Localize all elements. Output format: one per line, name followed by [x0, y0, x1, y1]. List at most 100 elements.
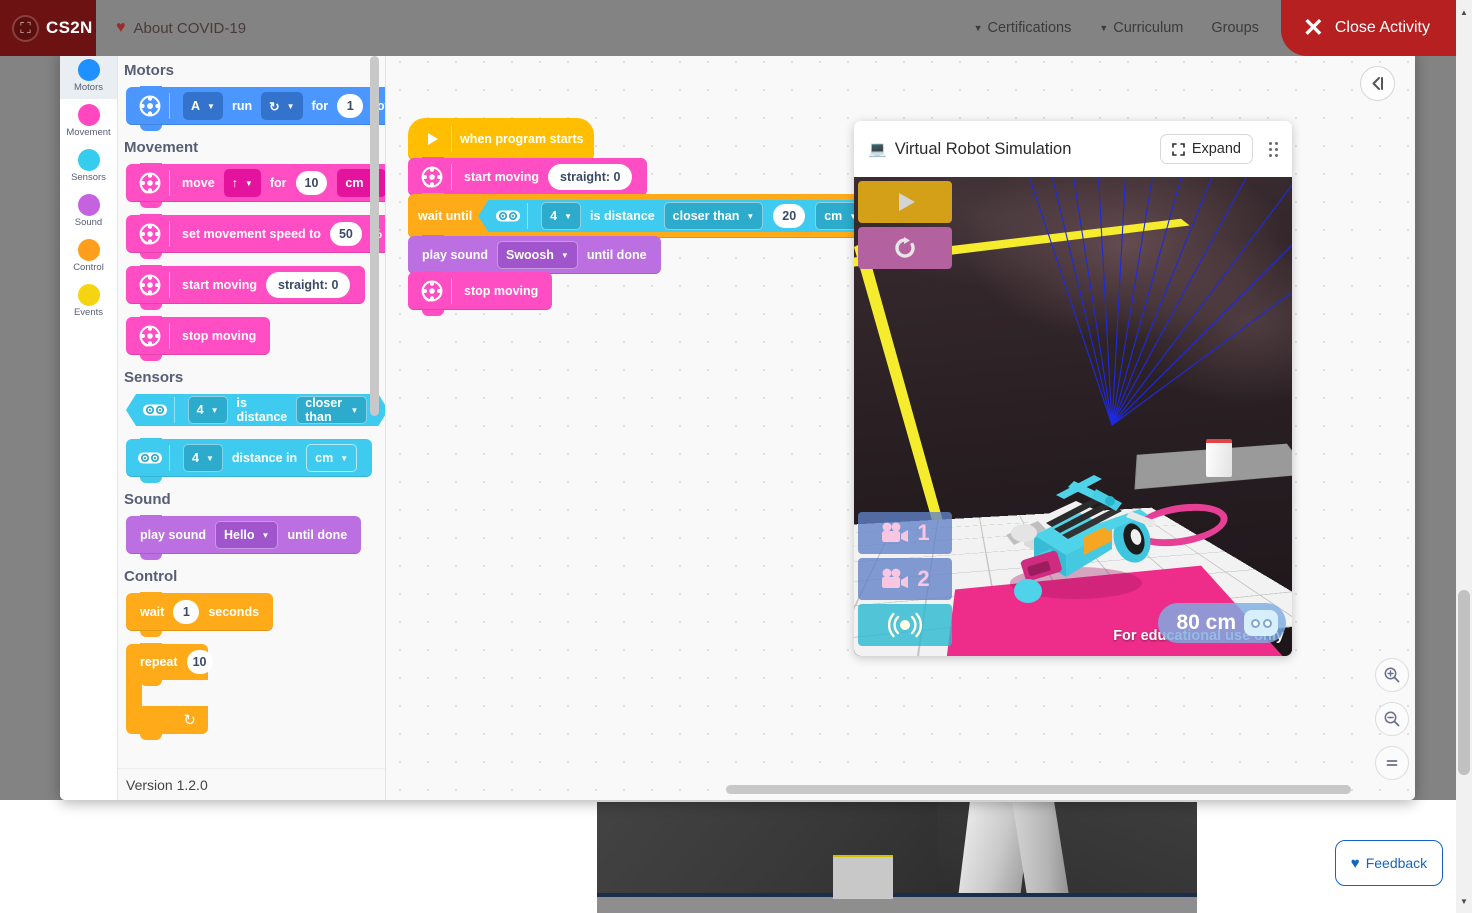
block-dropdown[interactable]: 4 ▼ — [183, 444, 223, 472]
ultrasonic-sensor-icon — [1244, 610, 1278, 636]
nav-item-curriculum[interactable]: ▼ Curriculum — [1085, 0, 1197, 56]
category-movement[interactable]: Movement — [60, 99, 117, 144]
block-dropdown[interactable]: ↑ ▼ — [223, 169, 261, 197]
simulation-viewport[interactable]: 1 2 For 80 cm — [854, 177, 1292, 656]
block-number-field[interactable]: 10 — [295, 171, 328, 195]
category-sound[interactable]: Sound — [60, 189, 117, 234]
block-boolean-distance[interactable]: 4 ▼ is distance closer than ▼ — [126, 394, 386, 426]
palette-block[interactable]: move ↑▼ for 10 cm ▼ — [126, 163, 385, 208]
block-dropdown[interactable]: cm ▼ — [306, 444, 358, 472]
zoom-out-button[interactable] — [1375, 702, 1409, 736]
block-movement[interactable]: move ↑▼ for 10 cm ▼ — [126, 163, 385, 208]
palette-block[interactable]: A▼run↻▼for1rot — [126, 86, 385, 131]
block-dropdown[interactable]: ↻ ▼ — [261, 92, 303, 120]
block-dropdown[interactable]: Hello ▼ — [214, 521, 279, 549]
block-value-field[interactable]: straight: 0 — [266, 272, 351, 298]
block-sound[interactable]: play sound Swoosh ▼ until done — [408, 235, 661, 280]
block-script-stack[interactable]: when program starts start moving straight:… — [408, 118, 915, 316]
palette-block[interactable]: start moving straight: 0 — [126, 265, 385, 310]
block-value-field[interactable]: straight: 0 — [548, 164, 633, 190]
block-boolean-distance[interactable]: 4▼is distancecloser than▼20cm▼? — [478, 200, 905, 232]
camera-view-1-button[interactable]: 1 — [858, 512, 952, 554]
page-scrollbar[interactable]: ▲ ▼ — [1456, 0, 1472, 913]
category-events[interactable]: Events — [60, 279, 117, 324]
block-text: distance in — [231, 451, 298, 465]
feedback-button[interactable]: ♥ Feedback — [1335, 840, 1443, 886]
brand-block[interactable]: ⛶ CS2N — [0, 0, 96, 56]
block-wait-until[interactable]: wait until 4▼ is distance closer than ▼ 20 cm ▼… — [408, 193, 915, 244]
script-block-row[interactable]: when program starts — [408, 118, 915, 166]
nav-item-about-covid[interactable]: ♥ About COVID-19 — [116, 19, 246, 37]
block-text: start moving — [182, 278, 258, 292]
block-dropdown[interactable]: Swoosh ▼ — [496, 241, 578, 269]
script-block-row[interactable]: play sound Swoosh ▼ until done — [408, 235, 915, 280]
zoom-reset-button[interactable] — [1375, 746, 1409, 780]
expand-button[interactable]: Expand — [1159, 134, 1253, 164]
category-motors[interactable]: Motors — [60, 54, 117, 99]
palette-block[interactable]: wait 1 seconds — [126, 592, 385, 637]
script-workspace[interactable]: when program starts start moving straight:… — [386, 48, 1415, 800]
block-when-program-starts[interactable]: when program starts — [408, 118, 594, 166]
block-dropdown[interactable]: closer than ▼ — [296, 396, 367, 424]
block-text: play sound — [422, 248, 488, 262]
block-movement[interactable]: stop moving — [408, 271, 553, 316]
ultrasonic-toggle-button[interactable] — [858, 604, 952, 646]
block-number-field[interactable]: 1 — [337, 94, 364, 118]
block-palette[interactable]: MotorsA▼run↻▼for1rotMovementmove↑▼for10c… — [118, 48, 386, 800]
palette-block[interactable]: repeat 10 ↻ — [126, 643, 385, 740]
category-control[interactable]: Control — [60, 234, 117, 279]
ultrasonic-icon — [494, 203, 521, 230]
block-control[interactable]: wait 1 seconds — [126, 592, 274, 637]
camera-view-2-button[interactable]: 2 — [858, 558, 952, 600]
palette-scrollbar-thumb[interactable] — [370, 56, 379, 416]
block-sensors[interactable]: 4 ▼ distance in cm ▼ — [126, 438, 373, 483]
workspace-zoom-controls — [1375, 658, 1409, 790]
script-block-row[interactable]: stop moving — [408, 271, 915, 316]
zoom-in-button[interactable] — [1375, 658, 1409, 692]
block-dropdown[interactable]: 4 ▼ — [188, 396, 228, 424]
block-number-field[interactable]: 1 — [173, 600, 200, 624]
collapse-left-icon[interactable] — [1360, 66, 1395, 101]
block-movement[interactable]: start moving straight: 0 — [408, 157, 648, 202]
chevron-down-icon: ▼ — [746, 211, 755, 221]
run-simulation-button[interactable] — [858, 181, 952, 223]
nav-item-certifications[interactable]: ▼ Certifications — [960, 0, 1086, 56]
nav-label: Certifications — [987, 20, 1072, 36]
block-dropdown[interactable]: closer than ▼ — [664, 202, 764, 230]
block-number-field[interactable]: 50 — [329, 222, 362, 246]
palette-block[interactable]: 4 ▼ distance in cm ▼ — [126, 438, 385, 483]
block-text: stop moving — [182, 329, 257, 343]
block-dropdown[interactable]: 4 ▼ — [541, 202, 581, 230]
block-number-field[interactable]: 20 — [773, 204, 805, 228]
block-movement[interactable]: stop moving — [126, 316, 271, 361]
block-divider — [169, 221, 170, 247]
ultrasonic-wave-icon — [887, 612, 923, 638]
block-motors[interactable]: A▼run↻▼for1rot — [126, 86, 385, 131]
palette-block[interactable]: 4 ▼ is distance closer than ▼ — [126, 394, 385, 426]
palette-block[interactable]: set movement speed to50% — [126, 214, 385, 259]
scroll-down-icon[interactable]: ▼ — [1456, 893, 1472, 909]
block-repeat[interactable]: repeat 10 ↻ — [126, 643, 213, 740]
play-flag-icon — [418, 126, 445, 153]
palette-section-heading: Motors — [124, 62, 174, 79]
palette-block[interactable]: play sound Hello ▼ until done — [126, 515, 385, 560]
category-sensors[interactable]: Sensors — [60, 144, 117, 189]
drivetrain-icon — [136, 221, 163, 248]
block-sound[interactable]: play sound Hello ▼ until done — [126, 515, 362, 560]
drag-grip-icon[interactable] — [1269, 141, 1278, 157]
block-movement[interactable]: set movement speed to50% — [126, 214, 385, 259]
block-dropdown[interactable]: A ▼ — [183, 92, 223, 120]
nav-item-groups[interactable]: Groups — [1197, 0, 1273, 56]
script-block-row[interactable]: wait until 4▼ is distance closer than ▼ 20 cm ▼… — [408, 193, 915, 244]
block-movement[interactable]: start moving straight: 0 — [126, 265, 366, 310]
block-number-field[interactable]: 10 — [186, 650, 213, 674]
reset-simulation-button[interactable] — [858, 227, 952, 269]
close-activity-button[interactable]: ✕ Close Activity — [1280, 0, 1456, 56]
palette-block[interactable]: stop moving — [126, 316, 385, 361]
script-block-row[interactable]: start moving straight: 0 — [408, 157, 915, 202]
page-scrollbar-thumb[interactable] — [1458, 590, 1470, 775]
simulation-panel[interactable]: 💻 Virtual Robot Simulation Expand 1 2 Fo… — [854, 121, 1292, 656]
workspace-horizontal-scrollbar-thumb[interactable] — [726, 785, 1351, 794]
close-icon: ✕ — [1302, 13, 1324, 42]
scroll-up-icon[interactable]: ▲ — [1456, 4, 1472, 20]
